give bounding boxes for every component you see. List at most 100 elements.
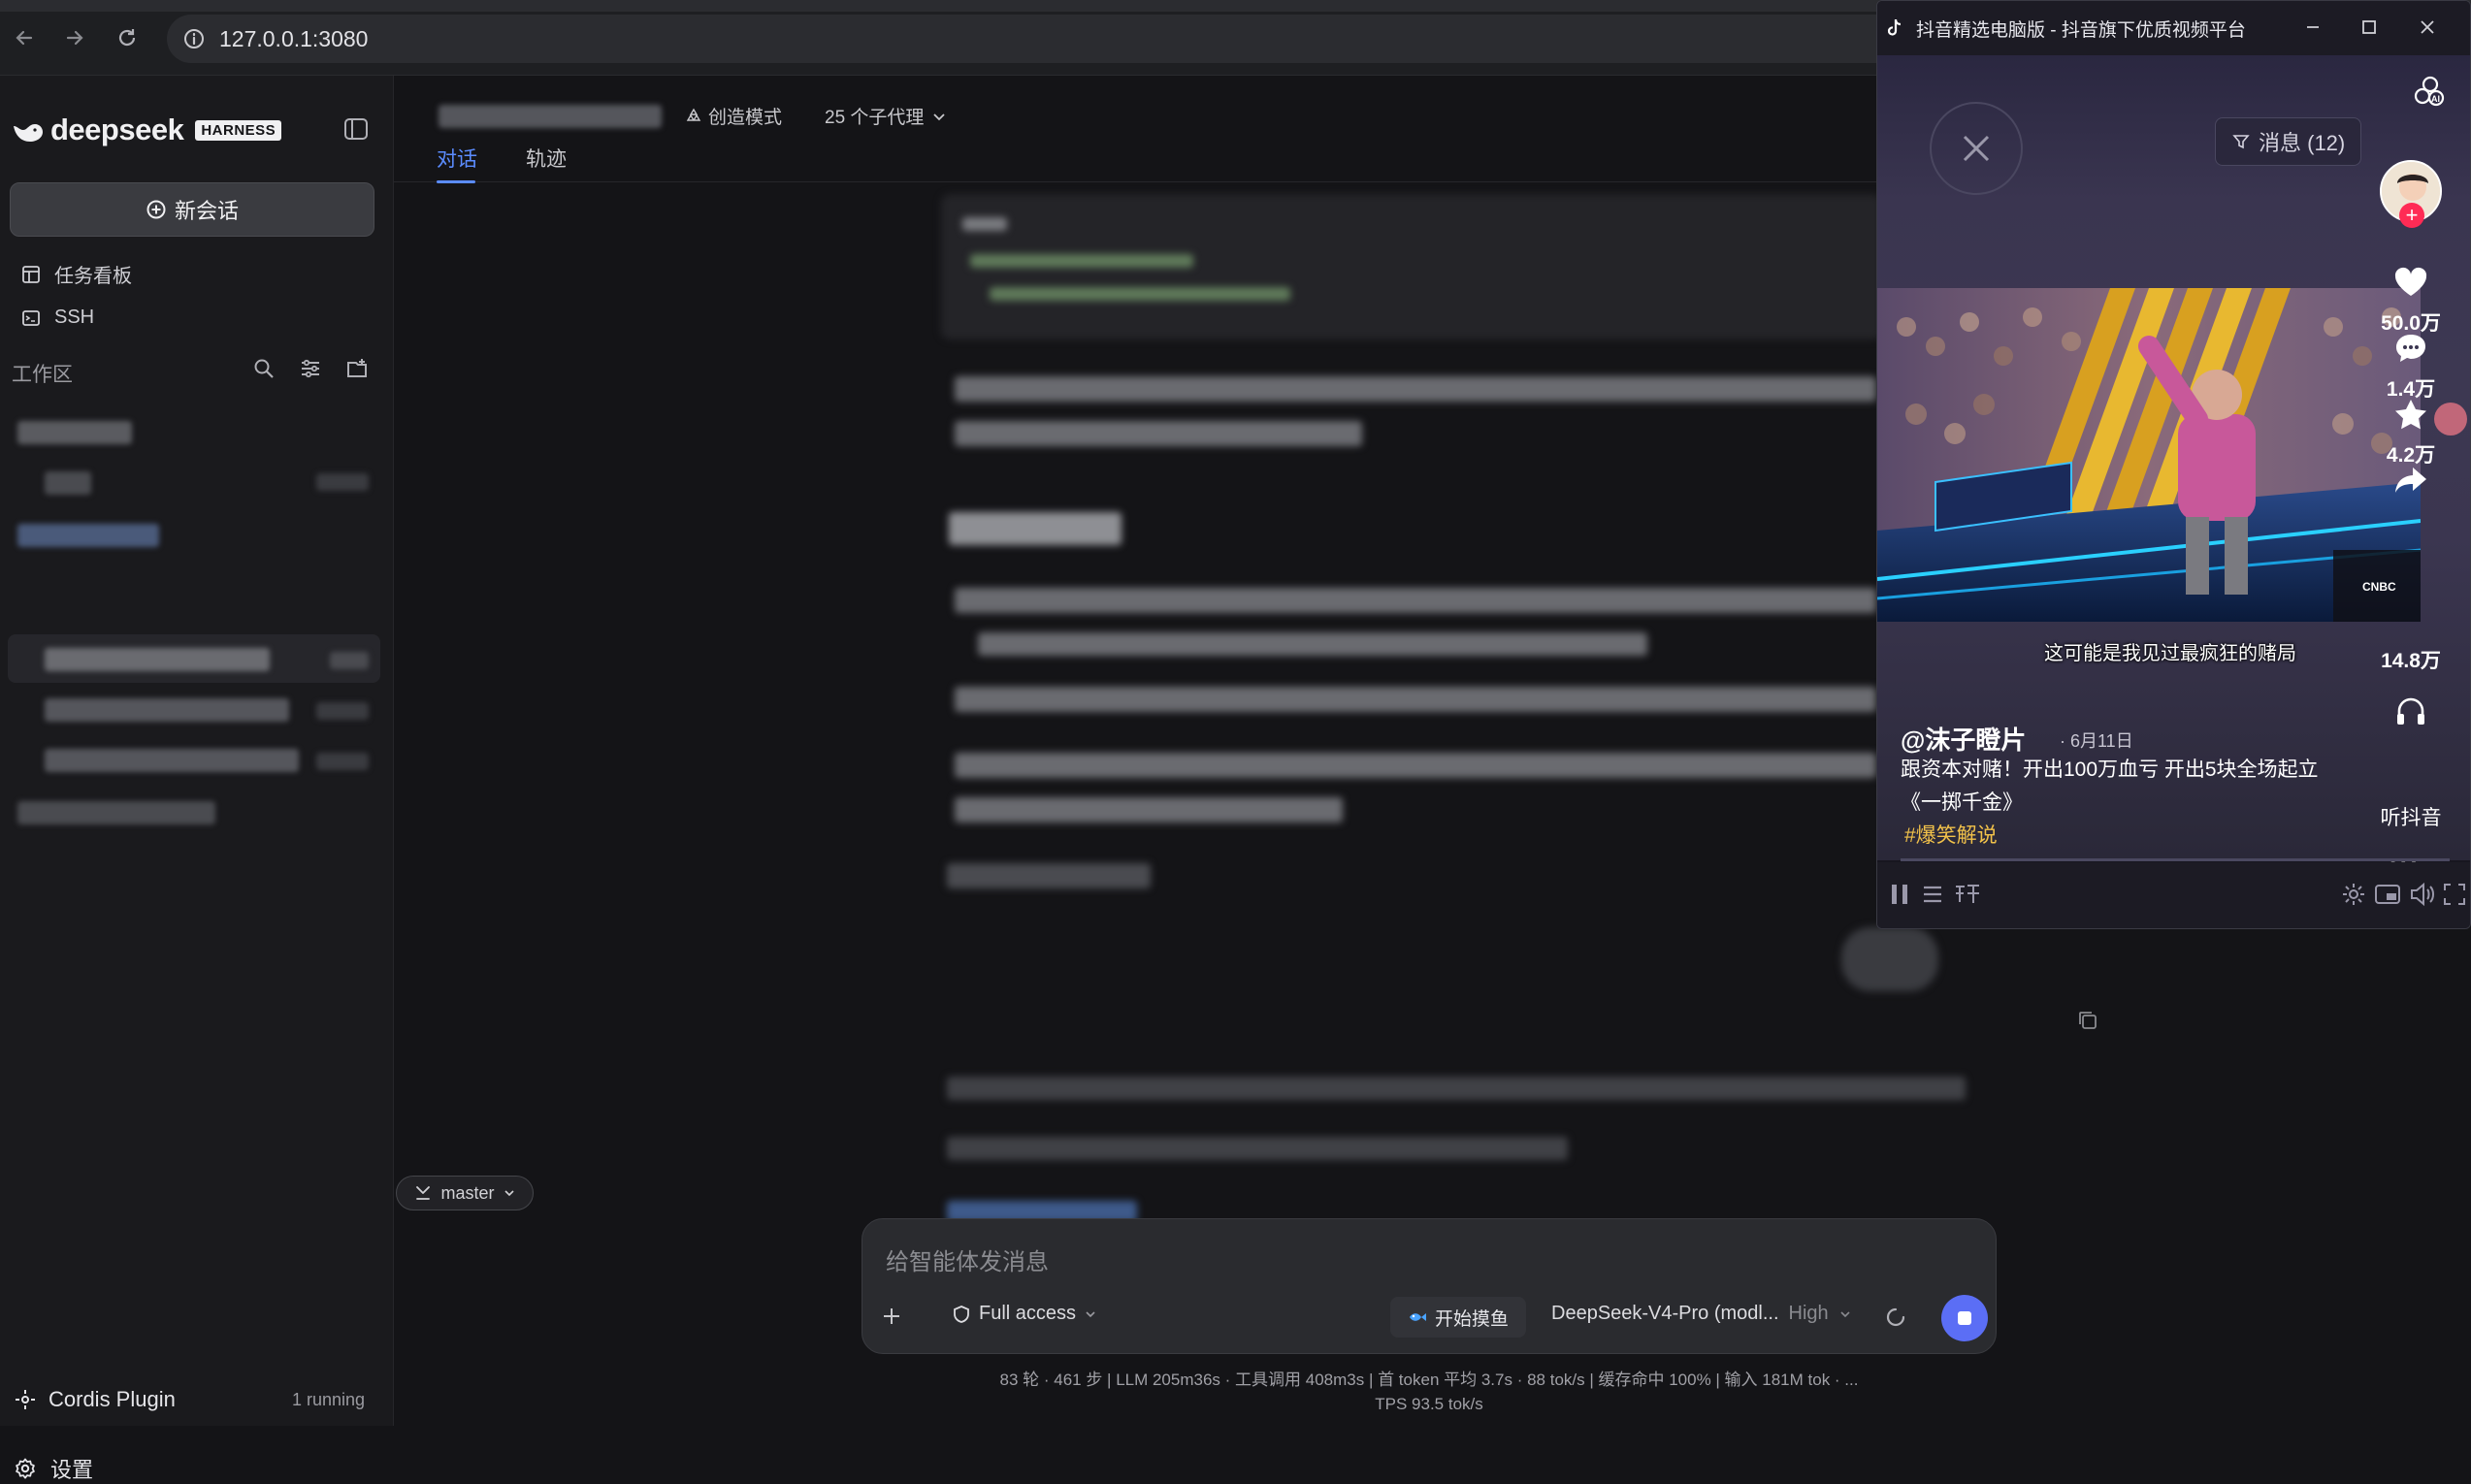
video-progress-bar[interactable]	[1901, 858, 2450, 861]
workspace-item[interactable]	[45, 471, 91, 495]
new-workspace-button[interactable]	[345, 357, 369, 380]
workspace-item[interactable]	[45, 698, 289, 722]
subagents-label: 25 个子代理	[825, 108, 925, 128]
message-actions[interactable]	[947, 863, 1151, 888]
bash-line	[947, 1137, 1568, 1160]
star-icon	[2395, 400, 2426, 430]
plus-icon	[884, 1308, 899, 1324]
slack-off-button[interactable]: 开始摸鱼	[1390, 1297, 1527, 1338]
collapse-sidebar-button[interactable]	[343, 116, 369, 142]
chevron-down-icon	[933, 113, 946, 120]
subagents-dropdown[interactable]: 25 个子代理	[825, 103, 947, 129]
tab-trace[interactable]: 轨迹	[526, 144, 567, 173]
message-text-line	[978, 632, 1647, 656]
headphones-icon	[2397, 697, 2424, 725]
mode-label: 创造模式	[708, 108, 783, 128]
recycle-icon	[686, 108, 701, 121]
workspace-item-time	[316, 753, 369, 770]
access-level-dropdown[interactable]: Full access	[952, 1303, 1097, 1325]
message-composer[interactable]: 给智能体发消息 Full access 开始摸鱼 DeepSeek-V4-Pro…	[862, 1218, 1997, 1354]
tab-chat[interactable]: 对话	[437, 144, 477, 173]
branch-name: master	[440, 1182, 495, 1203]
post-date: · 6月11日	[2060, 731, 2133, 751]
sidebar-item-ssh[interactable]: SSH	[21, 306, 94, 329]
danmaku-button[interactable]	[1953, 882, 1982, 907]
volume-button[interactable]	[2409, 882, 2436, 907]
url-text[interactable]: 127.0.0.1:3080	[219, 26, 368, 52]
list-icon	[1924, 886, 1941, 903]
maximize-button[interactable]	[2358, 16, 2380, 38]
follow-button[interactable]: +	[2399, 203, 2424, 228]
model-selector[interactable]: DeepSeek-V4-Pro (modl... High	[1551, 1303, 1852, 1325]
fullscreen-icon	[2444, 884, 2465, 905]
forward-arrow-icon	[66, 30, 83, 46]
author-name[interactable]: @沫子瞪片	[1901, 721, 2026, 757]
pause-button[interactable]	[1889, 882, 1910, 907]
branch-selector[interactable]: master	[396, 1176, 534, 1210]
filter-funnel-icon	[2232, 135, 2250, 149]
sidebar-item-kanban[interactable]: 任务看板	[21, 260, 132, 288]
hashtag-link[interactable]: #爆笑解说	[1904, 820, 1998, 849]
copy-button[interactable]	[2076, 1009, 2099, 1032]
picture-in-picture-button[interactable]	[2374, 882, 2401, 907]
gear-icon	[2343, 884, 2364, 905]
listen-label: 听抖音	[2380, 807, 2442, 829]
maximize-icon	[2362, 20, 2376, 34]
plugin-name: Cordis Plugin	[49, 1387, 176, 1411]
playlist-button[interactable]	[1920, 882, 1945, 907]
close-overlay-button[interactable]	[1930, 102, 2023, 195]
gear-icon	[16, 1458, 35, 1479]
settings-button[interactable]: 设置	[14, 1453, 93, 1484]
player-settings-button[interactable]	[2341, 882, 2366, 907]
workspace-folder[interactable]	[17, 524, 159, 547]
brand-logo[interactable]: deepseek HARNESS	[12, 113, 282, 147]
new-chat-button[interactable]: 新会话	[10, 182, 374, 237]
back-button[interactable]	[8, 21, 41, 54]
comment-button[interactable]	[2391, 329, 2430, 368]
message-text-line	[955, 687, 1876, 712]
info-icon[interactable]	[182, 27, 206, 50]
douyin-popup-window[interactable]: 抖音精选电脑版 - 抖音旗下优质视频平台 消息 (12) AI CNBC 这可能…	[1876, 0, 2471, 929]
reload-button[interactable]	[111, 21, 144, 54]
loading-spinner-icon	[1885, 1307, 1906, 1328]
shield-icon	[954, 1305, 969, 1323]
pause-icon	[1892, 885, 1907, 904]
back-arrow-icon	[16, 30, 33, 46]
like-button[interactable]	[2391, 263, 2430, 302]
access-level-label: Full access	[979, 1303, 1077, 1324]
workspace-filter-button[interactable]	[299, 357, 322, 380]
workspace-folder[interactable]	[17, 801, 215, 824]
stop-generation-button[interactable]	[1941, 1295, 1988, 1341]
workspace-item[interactable]	[45, 749, 299, 772]
messages-button[interactable]: 消息 (12)	[2215, 117, 2362, 166]
plugin-status-row[interactable]: Cordis Plugin 1 running	[14, 1387, 392, 1412]
ai-button[interactable]: AI	[2401, 63, 2459, 121]
reload-icon	[118, 29, 136, 47]
code-line	[970, 254, 1193, 268]
svg-text:CNBC: CNBC	[2362, 580, 2396, 594]
window-titlebar[interactable]: 抖音精选电脑版 - 抖音旗下优质视频平台	[1877, 1, 2470, 55]
run-stats: 83 轮 · 461 步 | LLM 205m36s · 工具调用 408m3s…	[999, 1371, 1859, 1389]
video-player[interactable]: 消息 (12) AI CNBC 这可能是我见过最疯狂的赌局 + 50.0万 1.…	[1877, 55, 2470, 878]
floating-badge-icon[interactable]	[2434, 403, 2467, 436]
attach-button[interactable]	[872, 1297, 911, 1336]
fullscreen-button[interactable]	[2442, 882, 2467, 907]
favorite-button[interactable]	[2391, 395, 2430, 434]
message-input[interactable]: 给智能体发消息	[886, 1242, 1049, 1276]
git-branch-icon	[416, 1186, 431, 1200]
workspace-item[interactable]	[45, 648, 270, 671]
terminal-icon	[22, 309, 40, 326]
forward-button[interactable]	[58, 21, 91, 54]
close-window-button[interactable]	[2417, 16, 2438, 38]
heart-icon	[2394, 267, 2427, 296]
conversation-header: 创造模式 25 个子代理 对话 轨迹	[394, 76, 1878, 183]
mode-indicator[interactable]: 创造模式	[685, 103, 782, 129]
share-button[interactable]	[2391, 461, 2430, 500]
listen-button[interactable]	[2391, 692, 2430, 730]
workspace-folder[interactable]	[17, 421, 132, 444]
workspace-search-button[interactable]	[252, 357, 276, 380]
address-bar[interactable]: 127.0.0.1:3080	[167, 15, 1991, 63]
video-frame[interactable]: CNBC	[1877, 288, 2421, 622]
minimize-button[interactable]	[2302, 16, 2324, 38]
filter-sliders-icon	[302, 359, 319, 378]
